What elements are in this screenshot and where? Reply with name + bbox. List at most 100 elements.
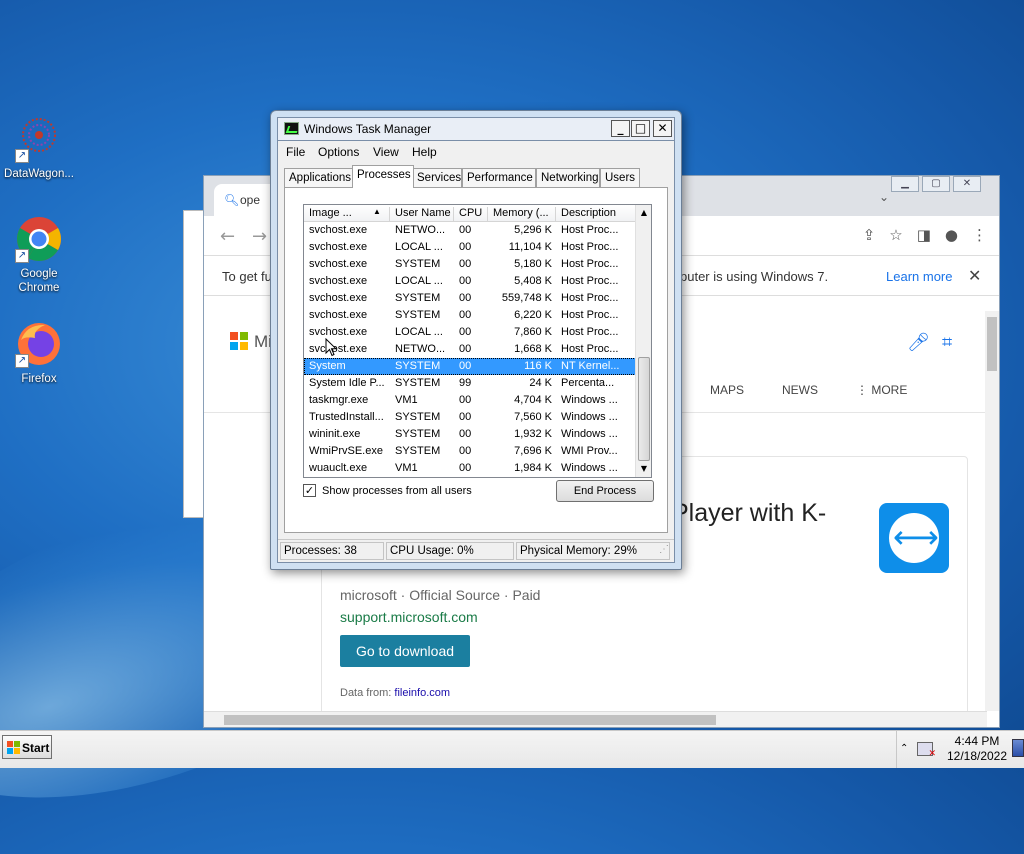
table-row[interactable]: svchost.exe LOCAL ... 00 11,104 K Host Proc.… bbox=[304, 239, 636, 256]
table-cell: Percenta... bbox=[561, 377, 615, 389]
tab-processes[interactable]: Processes bbox=[352, 165, 414, 188]
show-desktop-button[interactable] bbox=[1012, 739, 1024, 757]
table-row[interactable]: svchost.exe SYSTEM 00 5,180 K Host Proc... bbox=[304, 256, 636, 273]
table-cell: 00 bbox=[459, 411, 472, 423]
forward-arrow-icon[interactable]: → bbox=[252, 226, 267, 247]
tab-performance[interactable]: Performance bbox=[462, 168, 536, 187]
scrollbar-thumb[interactable] bbox=[987, 317, 997, 371]
process-list-scrollbar[interactable]: ▲ ▼ bbox=[635, 205, 651, 477]
table-cell: Windows ... bbox=[561, 462, 618, 474]
process-list[interactable]: Image ... ▲ User Name CPU Memory (... Des… bbox=[303, 204, 652, 478]
scroll-down-arrow-icon[interactable]: ▼ bbox=[636, 461, 651, 477]
status-physical-memory: Physical Memory: 29% bbox=[516, 542, 670, 560]
column-cpu[interactable]: CPU bbox=[454, 207, 488, 222]
table-row[interactable]: svchost.exe NETWO... 00 5,296 K Host Proc... bbox=[304, 222, 636, 239]
column-user-name[interactable]: User Name bbox=[390, 207, 454, 222]
menu-bar: File Options View Help bbox=[278, 141, 674, 163]
browser-vertical-scrollbar[interactable] bbox=[985, 311, 999, 711]
show-all-users-checkbox[interactable]: ✓ bbox=[303, 484, 316, 497]
bookmark-star-icon[interactable]: ☆ bbox=[889, 226, 902, 244]
table-cell: 7,560 K bbox=[514, 411, 552, 423]
status-bar: Processes: 38 CPU Usage: 0% Physical Mem… bbox=[278, 539, 674, 561]
tab-search-chevron-icon[interactable]: ⌄ bbox=[879, 190, 889, 204]
table-cell: 00 bbox=[459, 326, 472, 338]
table-cell: svchost.exe bbox=[309, 258, 368, 270]
tab-applications[interactable]: Applications bbox=[284, 168, 354, 187]
data-from-link[interactable]: fileinfo.com bbox=[394, 687, 450, 699]
close-button[interactable]: ✕ bbox=[953, 176, 981, 192]
table-row[interactable]: taskmgr.exe VM1 00 4,704 K Windows ... bbox=[304, 392, 636, 409]
back-arrow-icon[interactable]: ← bbox=[220, 226, 235, 247]
visual-search-icon[interactable]: ⌗ bbox=[942, 332, 952, 353]
nav-link-more[interactable]: ⋮ MORE bbox=[856, 383, 907, 397]
table-cell: 559,748 K bbox=[501, 292, 552, 304]
table-row[interactable]: WmiPrvSE.exe SYSTEM 00 7,696 K WMI Prov... bbox=[304, 443, 636, 460]
table-row[interactable]: svchost.exe SYSTEM 00 6,220 K Host Proc... bbox=[304, 307, 636, 324]
table-cell: Host Proc... bbox=[561, 343, 619, 355]
result-title[interactable]: Player with K- bbox=[672, 499, 826, 528]
start-label: Start bbox=[22, 741, 50, 755]
data-source-note: Data from: fileinfo.com bbox=[340, 687, 450, 699]
close-button[interactable]: ✕ bbox=[653, 120, 672, 137]
microphone-icon[interactable]: 🎤︎ bbox=[907, 332, 930, 353]
end-process-button[interactable]: End Process bbox=[556, 480, 654, 502]
show-hidden-icons-chevron-icon[interactable]: ⌃ bbox=[900, 743, 908, 754]
browser-horizontal-scrollbar[interactable] bbox=[204, 711, 987, 727]
infobar-close-icon[interactable]: ✕ bbox=[968, 266, 981, 286]
desktop-icon-label: DataWagon... bbox=[4, 168, 74, 180]
table-row[interactable]: TrustedInstall... SYSTEM 00 7,560 K Windows … bbox=[304, 409, 636, 426]
search-icon: 🔍︎ bbox=[224, 193, 240, 207]
menu-options[interactable]: Options bbox=[318, 145, 359, 159]
table-row[interactable]: wininit.exe SYSTEM 00 1,932 K Windows ... bbox=[304, 426, 636, 443]
nav-link-maps[interactable]: MAPS bbox=[710, 383, 744, 397]
table-cell: SYSTEM bbox=[395, 309, 441, 321]
menu-file[interactable]: File bbox=[286, 145, 305, 159]
share-icon[interactable]: ⇪ bbox=[863, 226, 876, 244]
column-description[interactable]: Description bbox=[556, 207, 636, 222]
scrollbar-thumb[interactable] bbox=[224, 715, 716, 725]
menu-view[interactable]: View bbox=[373, 145, 399, 159]
table-row[interactable]: svchost.exe LOCAL ... 00 7,860 K Host Proc..… bbox=[304, 324, 636, 341]
table-row[interactable]: System SYSTEM 00 116 K NT Kernel... bbox=[304, 358, 636, 375]
menu-kebab-icon[interactable]: ⋮ bbox=[972, 226, 987, 244]
table-cell: 4,704 K bbox=[514, 394, 552, 406]
table-cell: 00 bbox=[459, 343, 472, 355]
column-image-name[interactable]: Image ... ▲ bbox=[304, 207, 390, 222]
show-all-users-label[interactable]: Show processes from all users bbox=[322, 485, 472, 497]
network-disconnected-icon[interactable] bbox=[917, 742, 936, 759]
minimize-button[interactable]: ▁ bbox=[891, 176, 919, 192]
table-cell: Host Proc... bbox=[561, 224, 619, 236]
maximize-button[interactable]: □ bbox=[631, 120, 650, 137]
table-row[interactable]: svchost.exe NETWO... 00 1,668 K Host Proc... bbox=[304, 341, 636, 358]
scrollbar-thumb[interactable] bbox=[638, 357, 650, 461]
start-button[interactable]: Start bbox=[2, 735, 52, 759]
table-cell: 1,984 K bbox=[514, 462, 552, 474]
menu-help[interactable]: Help bbox=[412, 145, 437, 159]
tab-networking[interactable]: Networking bbox=[536, 168, 600, 187]
table-cell: 00 bbox=[459, 241, 472, 253]
result-url[interactable]: support.microsoft.com bbox=[340, 609, 478, 625]
scroll-up-arrow-icon[interactable]: ▲ bbox=[636, 205, 651, 221]
minimize-button[interactable]: _ bbox=[611, 120, 630, 137]
table-row[interactable]: svchost.exe LOCAL ... 00 5,408 K Host Proc..… bbox=[304, 273, 636, 290]
side-panel-icon[interactable]: ◨ bbox=[917, 226, 931, 244]
desktop-icon-datawagon[interactable]: ↗ DataWagon... bbox=[0, 115, 78, 181]
table-cell: VM1 bbox=[395, 462, 418, 474]
tab-services[interactable]: Services bbox=[412, 168, 462, 187]
profile-avatar-icon[interactable]: ● bbox=[945, 226, 958, 244]
column-memory[interactable]: Memory (... bbox=[488, 207, 556, 222]
desktop-icon-firefox[interactable]: ↗ Firefox bbox=[0, 320, 78, 386]
table-row[interactable]: wuauclt.exe VM1 00 1,984 K Windows ... bbox=[304, 460, 636, 477]
learn-more-link[interactable]: Learn more bbox=[886, 269, 952, 284]
clock[interactable]: 4:44 PM 12/18/2022 bbox=[939, 734, 1015, 764]
table-row[interactable]: svchost.exe SYSTEM 00 559,748 K Host Proc... bbox=[304, 290, 636, 307]
nav-link-news[interactable]: NEWS bbox=[782, 383, 818, 397]
tab-users[interactable]: Users bbox=[600, 168, 640, 187]
resize-grip-icon[interactable]: ⋰ bbox=[656, 542, 672, 560]
table-cell: Host Proc... bbox=[561, 292, 619, 304]
task-manager-titlebar[interactable]: Windows Task Manager _ □ ✕ bbox=[277, 117, 675, 141]
maximize-button[interactable]: ▢ bbox=[922, 176, 950, 192]
go-to-download-button[interactable]: Go to download bbox=[340, 635, 470, 667]
desktop-icon-chrome[interactable]: ↗ Google Chrome bbox=[0, 215, 78, 295]
table-row[interactable]: System Idle P... SYSTEM 99 24 K Percenta... bbox=[304, 375, 636, 392]
